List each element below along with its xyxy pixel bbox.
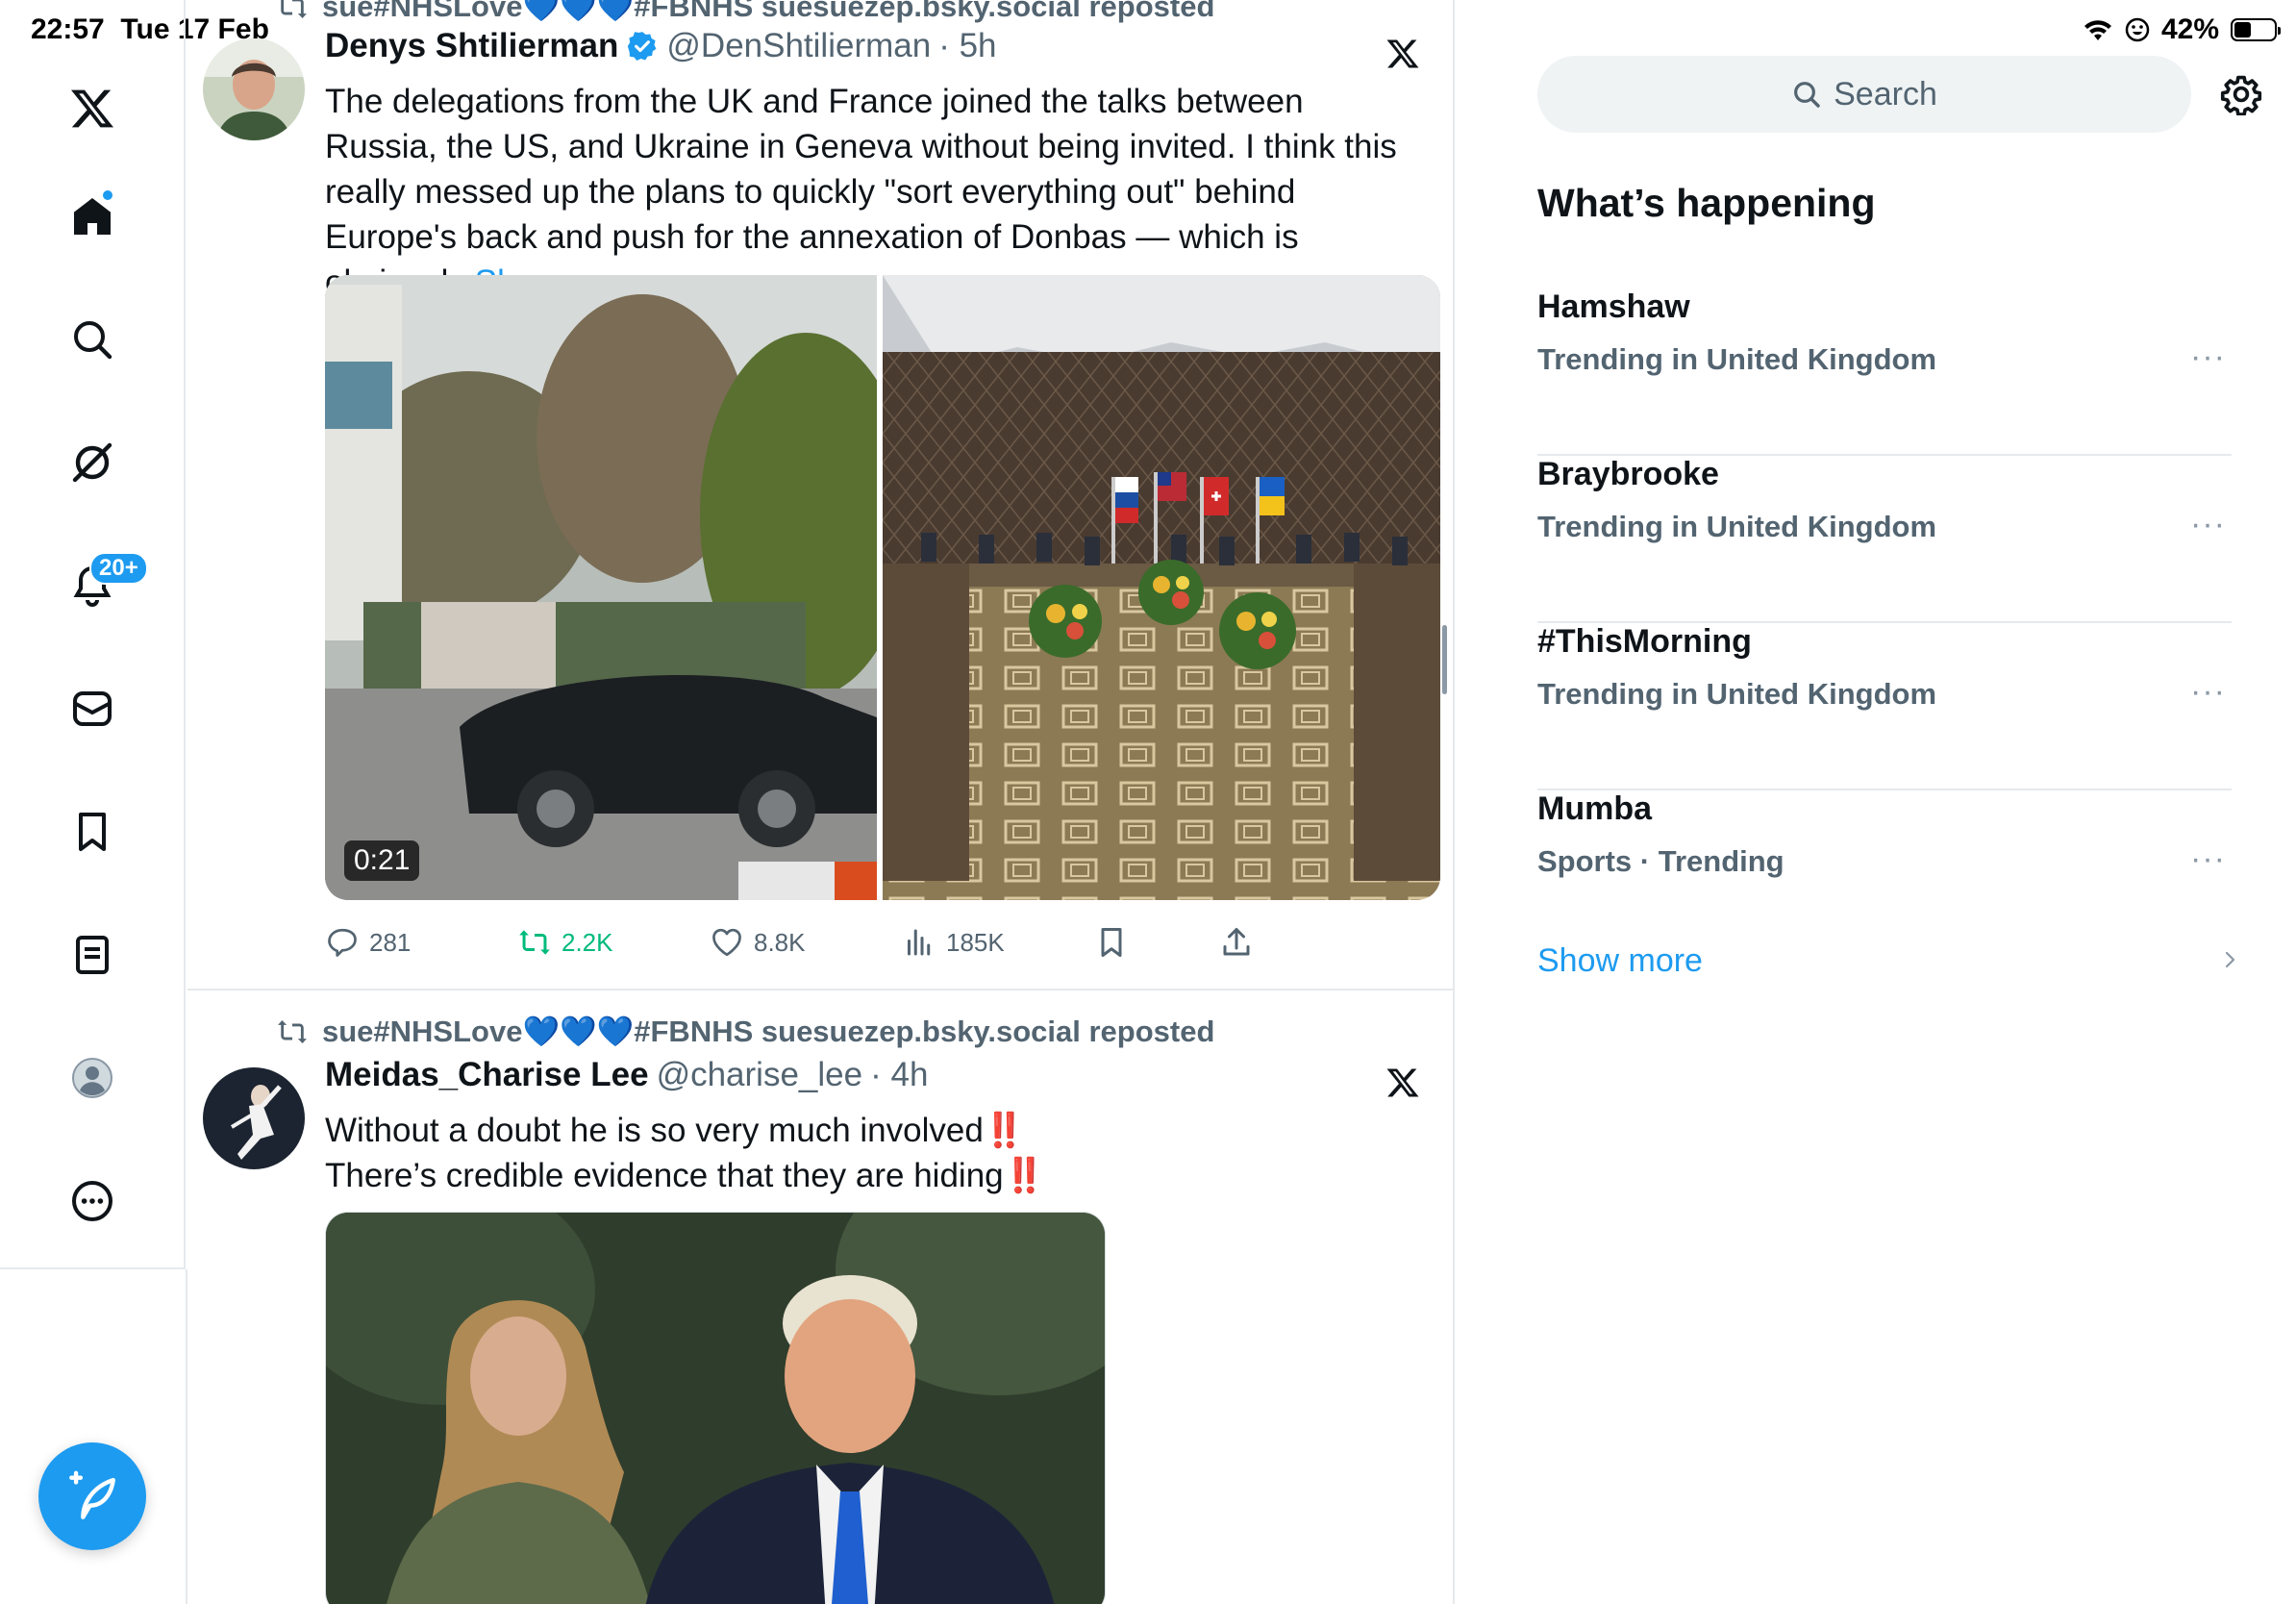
repost-context: sue#NHSLove💙💙💙#FBNHS suesuezep.bsky.soci…	[276, 1014, 1214, 1049]
more-options-icon[interactable]: ···	[2190, 338, 2226, 376]
reply-icon	[328, 928, 357, 957]
repost-button[interactable]: 2.2K	[517, 925, 710, 960]
more-options-icon[interactable]: ···	[2190, 840, 2226, 878]
search-icon	[1794, 82, 1820, 108]
tweet-time[interactable]: · 4h	[870, 1056, 928, 1094]
trend-meta: Trending in United Kingdom	[1537, 677, 1937, 711]
trend-meta: Sports · Trending	[1537, 844, 1784, 878]
repost-by-text[interactable]: sue#NHSLove💙💙💙#FBNHS suesuezep.bsky.soci…	[322, 1014, 1214, 1049]
sidebar: Search What’s happening Hamshaw Trending…	[1457, 0, 2296, 1604]
media-grid: 0:21	[325, 275, 1440, 900]
repost-icon	[281, 0, 307, 18]
tweet-header: Meidas_Charise Lee @charise_lee · 4h	[325, 1056, 928, 1094]
repost-count: 2.2K	[562, 927, 613, 957]
views-count: 185K	[946, 927, 1005, 957]
more-icon[interactable]	[59, 1167, 126, 1235]
photo-thumbnail[interactable]	[325, 1212, 1106, 1604]
avatar[interactable]	[203, 1067, 305, 1169]
trend-meta: Trending in United Kingdom	[1537, 510, 1937, 543]
explore-icon[interactable]	[59, 306, 126, 373]
x-logo-icon[interactable]	[59, 75, 126, 142]
trend-meta: Trending in United Kingdom	[1537, 342, 1937, 376]
compose-button[interactable]	[38, 1442, 146, 1550]
bookmarks-icon[interactable]	[59, 798, 126, 865]
notifications-badge: 20+	[89, 552, 148, 585]
tweet[interactable]: sue#NHSLove💙💙💙#FBNHS suesuezep.bsky.soci…	[187, 0, 1453, 989]
trend-name: Hamshaw	[1537, 288, 1690, 325]
views-button[interactable]: 185K	[902, 925, 1094, 960]
heart-icon	[712, 928, 741, 957]
search-input[interactable]: Search	[1537, 56, 2191, 133]
trend-item[interactable]: Braybrooke Trending in United Kingdom ··…	[1537, 456, 2232, 623]
lists-icon[interactable]	[59, 921, 126, 989]
author-handle[interactable]: @charise_lee	[657, 1056, 863, 1094]
trend-item[interactable]: Hamshaw Trending in United Kingdom ···	[1537, 288, 2232, 456]
share-button[interactable]	[1219, 925, 1254, 960]
double-exclamation-icon: ‼️	[1003, 1157, 1046, 1194]
like-count: 8.8K	[754, 927, 806, 957]
home-unread-dot	[103, 190, 112, 200]
video-duration: 0:21	[344, 840, 420, 881]
avatar[interactable]	[203, 38, 305, 140]
tweet-time[interactable]: · 5h	[938, 27, 996, 65]
photo-thumbnail[interactable]	[883, 275, 1440, 900]
reply-button[interactable]: 281	[325, 925, 517, 960]
verified-badge-icon	[628, 32, 657, 62]
author-name[interactable]: Meidas_Charise Lee	[325, 1056, 649, 1094]
x-logo-icon[interactable]	[1385, 1065, 1420, 1100]
bookmark-button[interactable]	[1094, 925, 1219, 960]
double-exclamation-icon: ‼️	[983, 1112, 1026, 1149]
like-button[interactable]: 8.8K	[710, 925, 902, 960]
trend-item[interactable]: Mumba Sports · Trending ···	[1537, 790, 2232, 906]
show-more-link[interactable]: Show more	[1537, 942, 1703, 980]
more-options-icon[interactable]: ···	[2190, 506, 2226, 543]
messages-icon[interactable]	[59, 675, 126, 742]
tweet-actions: 281 2.2K 8.8K 185K	[325, 925, 1254, 960]
tweet-header: Denys Shtilierman @DenShtilierman · 5h	[325, 27, 997, 65]
trend-item[interactable]: #ThisMorning Trending in United Kingdom …	[1537, 623, 2232, 790]
reply-count: 281	[369, 927, 412, 957]
author-name[interactable]: Denys Shtilierman	[325, 27, 618, 65]
x-logo-icon[interactable]	[1385, 37, 1420, 71]
timeline: sue#NHSLove💙💙💙#FBNHS suesuezep.bsky.soci…	[187, 0, 1455, 1604]
compose-icon	[69, 1470, 115, 1519]
chevron-right-icon	[2225, 951, 2235, 968]
share-icon	[1223, 928, 1250, 956]
left-nav: 20+	[0, 0, 186, 1269]
tweet[interactable]: sue#NHSLove💙💙💙#FBNHS suesuezep.bsky.soci…	[187, 990, 1453, 1604]
bookmark-icon	[1101, 928, 1122, 957]
repost-icon	[278, 1019, 307, 1043]
scrollbar-thumb[interactable]	[1442, 625, 1447, 694]
trend-name: Mumba	[1537, 790, 1652, 827]
section-title: What’s happening	[1537, 181, 1876, 225]
search-placeholder: Search	[1834, 75, 1937, 113]
gear-icon[interactable]	[2220, 73, 2262, 115]
repost-context: sue#NHSLove💙💙💙#FBNHS suesuezep.bsky.soci…	[276, 0, 1214, 24]
more-options-icon[interactable]: ···	[2190, 673, 2226, 711]
tweet-text: Without a doubt he is so very much invol…	[325, 1112, 1046, 1194]
video-thumbnail[interactable]: 0:21	[325, 275, 877, 900]
repost-by-text[interactable]: sue#NHSLove💙💙💙#FBNHS suesuezep.bsky.soci…	[322, 0, 1214, 24]
tweet-text: The delegations from the UK and France j…	[325, 79, 1421, 305]
grok-icon[interactable]	[59, 429, 126, 496]
views-icon	[908, 929, 931, 956]
repost-icon	[519, 930, 550, 955]
home-icon[interactable]	[59, 183, 126, 250]
trend-name: #ThisMorning	[1537, 623, 1752, 660]
notifications-icon[interactable]: 20+	[59, 552, 148, 619]
author-handle[interactable]: @DenShtilierman	[666, 27, 931, 65]
trend-name: Braybrooke	[1537, 456, 1719, 492]
profile-icon[interactable]	[59, 1044, 126, 1112]
